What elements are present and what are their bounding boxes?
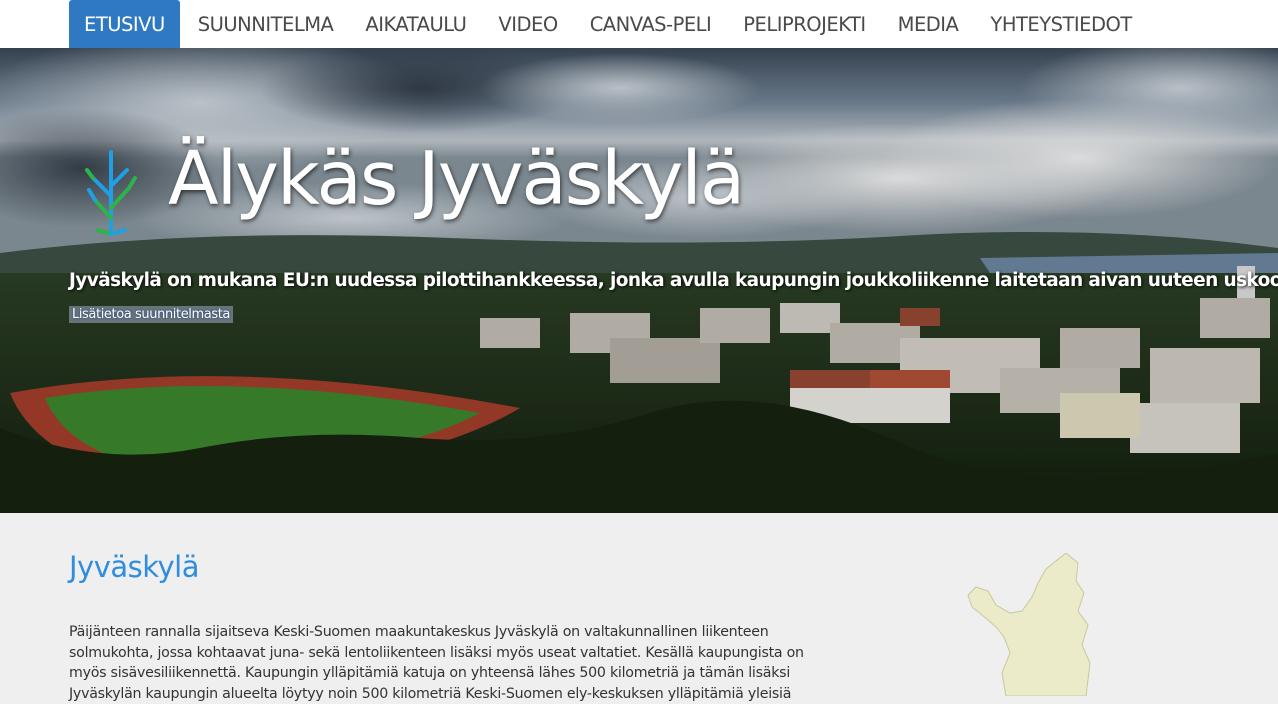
nav-item-media[interactable]: MEDIA — [882, 0, 975, 48]
section-heading: Jyväskylä — [69, 550, 200, 584]
nav-item-canvas-peli[interactable]: CANVAS-PELI — [574, 0, 728, 48]
finland-map-icon — [967, 553, 1091, 696]
hero-title: Älykäs Jyväskylä — [168, 136, 745, 222]
nav-item-etusivu[interactable]: ETUSIVU — [69, 0, 180, 48]
nav-item-video[interactable]: VIDEO — [482, 0, 573, 48]
main-content: Jyväskylä Päijänteen rannalla sijaitseva… — [0, 513, 1278, 702]
nav-item-aikataulu[interactable]: AIKATAULU — [349, 0, 482, 48]
section-paragraph: Päijänteen rannalla sijaitseva Keski-Suo… — [69, 624, 804, 702]
hero-banner: Älykäs Jyväskylä Jyväskylä on mukana EU:… — [0, 48, 1278, 513]
nav-item-peliprojekti[interactable]: PELIPROJEKTI — [727, 0, 881, 48]
nav-item-yhteystiedot[interactable]: YHTEYSTIEDOT — [974, 0, 1147, 48]
hero-subtitle: Jyväskylä on mukana EU:n uudessa pilotti… — [69, 270, 1278, 291]
top-navigation: ETUSIVU SUUNNITELMA AIKATAULU VIDEO CANV… — [0, 0, 1278, 48]
nav-item-suunnitelma[interactable]: SUUNNITELMA — [182, 0, 350, 48]
tree-logo-icon — [85, 150, 137, 236]
more-info-link[interactable]: Lisätietoa suunnitelmasta — [69, 306, 233, 323]
nav-items: ETUSIVU SUUNNITELMA AIKATAULU VIDEO CANV… — [69, 0, 1148, 48]
